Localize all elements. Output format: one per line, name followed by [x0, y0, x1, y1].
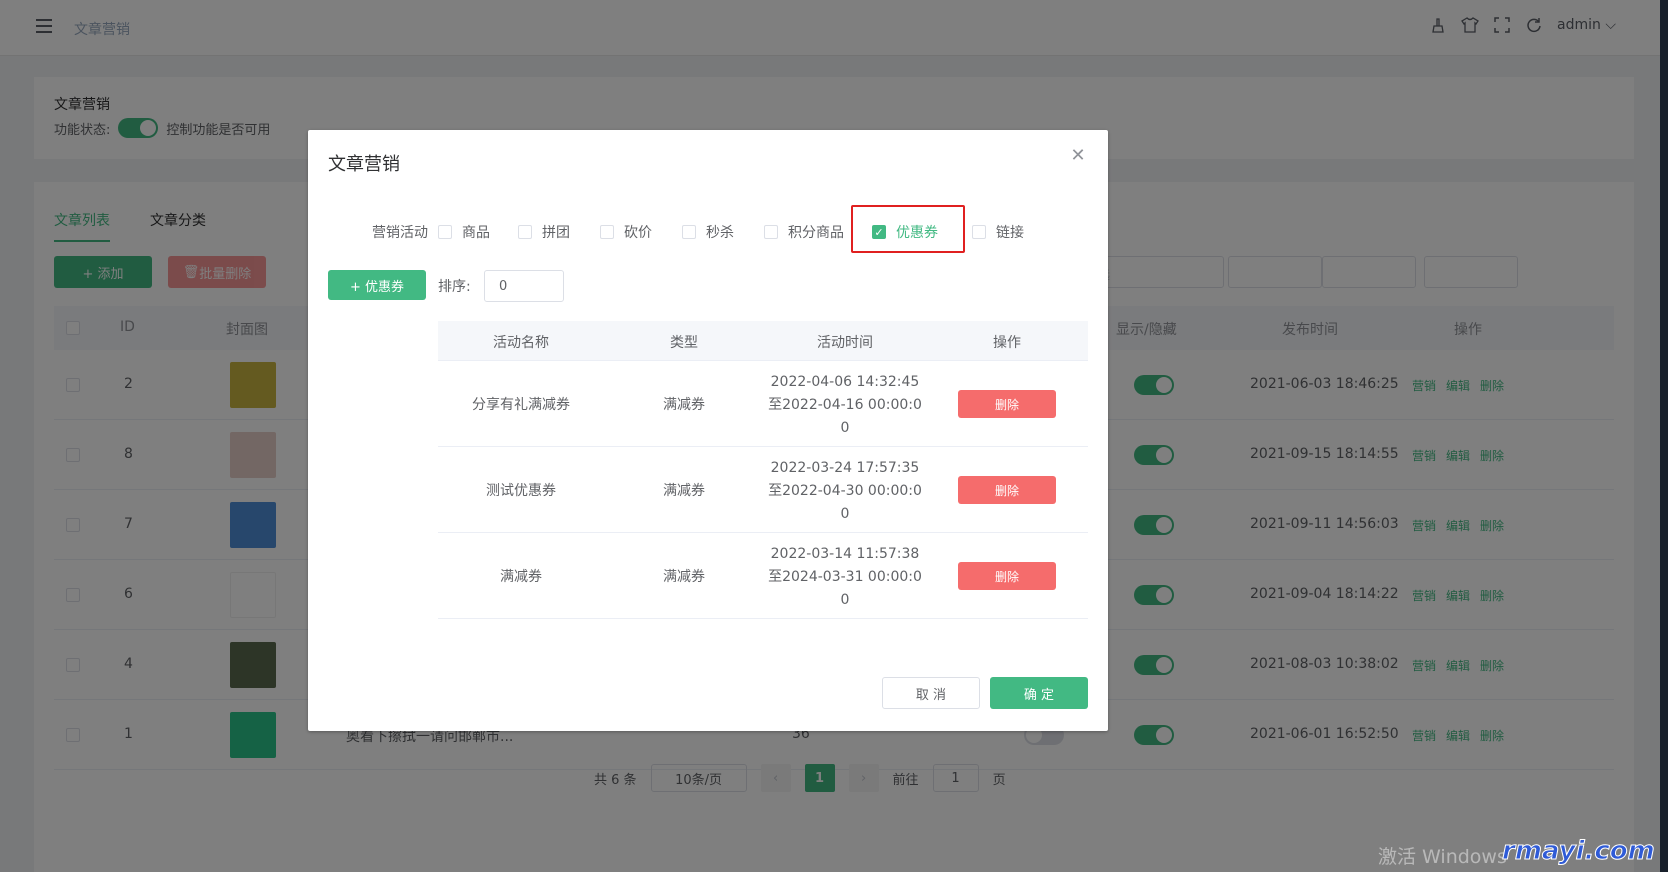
checkbox-box	[764, 225, 778, 239]
marketing-label: 营销活动	[372, 225, 428, 241]
time-line: 2022-03-14 11:57:38	[770, 546, 920, 562]
checkbox-box	[438, 225, 452, 239]
cancel-button[interactable]: 取 消	[882, 677, 980, 709]
checkbox-box	[600, 225, 614, 239]
option-seckill-checkbox[interactable]: 秒杀	[682, 222, 734, 242]
sort-input[interactable]	[484, 270, 564, 302]
site-watermark: rmayi.com	[1502, 836, 1656, 867]
delete-button[interactable]: 删除	[958, 562, 1056, 590]
checkbox-box	[972, 225, 986, 239]
cell-type: 满减券	[663, 483, 705, 499]
cell-type: 满减券	[663, 569, 705, 585]
coupon-table-header: 活动名称 类型 活动时间 操作	[438, 321, 1088, 361]
time-line: 0	[840, 506, 850, 522]
marketing-dialog: 文章营销 ✕ 营销活动 商品 拼团 砍价 秒杀 积分商品 ✓ 优惠券 链接 + 优…	[308, 130, 1108, 731]
header-activity-time: 活动时间	[817, 335, 873, 351]
option-product-checkbox[interactable]: 商品	[438, 222, 490, 242]
table-row: 满减券 满减券 2022-03-14 11:57:38 至2024-03-31 …	[438, 533, 1088, 619]
option-label: 链接	[996, 225, 1024, 241]
time-line: 2022-03-24 17:57:35	[770, 460, 920, 476]
close-icon[interactable]: ✕	[1070, 147, 1086, 165]
cell-activity-time: 2022-04-06 14:32:45 至2022-04-16 00:00:0 …	[764, 371, 926, 440]
cell-type: 满减券	[663, 397, 705, 413]
header-type: 类型	[670, 335, 698, 351]
option-group-checkbox[interactable]: 拼团	[518, 222, 570, 242]
sort-label: 排序:	[438, 279, 471, 295]
confirm-button[interactable]: 确 定	[990, 677, 1088, 709]
add-coupon-button[interactable]: + 优惠券	[328, 270, 426, 300]
delete-button[interactable]: 删除	[958, 390, 1056, 418]
option-points-product-checkbox[interactable]: 积分商品	[764, 222, 844, 242]
option-label: 拼团	[542, 225, 570, 241]
option-link-checkbox[interactable]: 链接	[972, 222, 1024, 242]
cell-activity-name: 满减券	[500, 569, 542, 585]
header-activity-name: 活动名称	[493, 335, 549, 351]
option-label: 商品	[462, 225, 490, 241]
cell-activity-time: 2022-03-14 11:57:38 至2024-03-31 00:00:0 …	[764, 543, 926, 612]
time-line: 至2022-04-16 00:00:0	[768, 397, 922, 413]
table-row: 分享有礼满减券 满减券 2022-04-06 14:32:45 至2022-04…	[438, 361, 1088, 447]
time-line: 2022-04-06 14:32:45	[770, 374, 920, 390]
option-bargain-checkbox[interactable]: 砍价	[600, 222, 652, 242]
windows-activation-watermark: 激活 Windows	[1378, 846, 1507, 868]
cell-activity-name: 分享有礼满减券	[472, 397, 570, 413]
checkbox-box	[682, 225, 696, 239]
cell-activity-time: 2022-03-24 17:57:35 至2022-04-30 00:00:0 …	[764, 457, 926, 526]
time-line: 至2024-03-31 00:00:0	[768, 569, 922, 585]
highlight-box	[851, 205, 965, 253]
option-label: 秒杀	[706, 225, 734, 241]
time-line: 至2022-04-30 00:00:0	[768, 483, 922, 499]
header-action: 操作	[993, 335, 1021, 351]
table-row: 测试优惠券 满减券 2022-03-24 17:57:35 至2022-04-3…	[438, 447, 1088, 533]
option-label: 砍价	[624, 225, 652, 241]
coupon-table: 活动名称 类型 活动时间 操作 分享有礼满减券 满减券 2022-04-06 1…	[438, 321, 1088, 619]
dialog-title: 文章营销	[328, 154, 400, 175]
delete-button[interactable]: 删除	[958, 476, 1056, 504]
cell-activity-name: 测试优惠券	[486, 483, 556, 499]
time-line: 0	[840, 592, 850, 608]
checkbox-box	[518, 225, 532, 239]
time-line: 0	[840, 420, 850, 436]
option-label: 积分商品	[788, 225, 844, 241]
